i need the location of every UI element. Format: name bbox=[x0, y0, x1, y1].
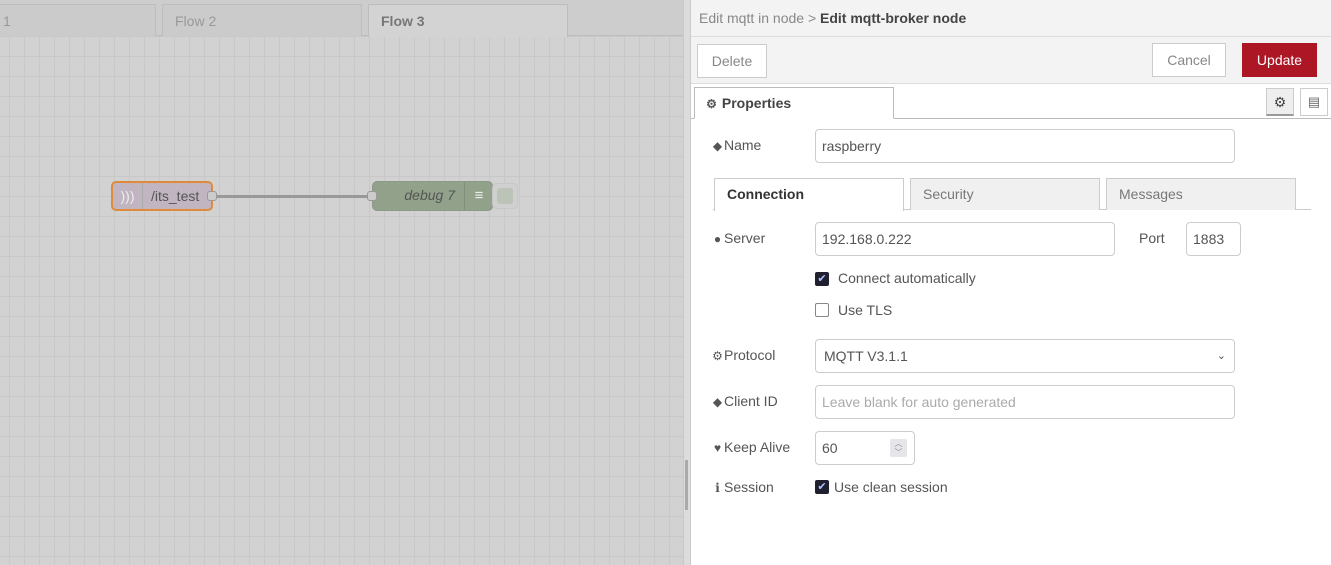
mqtt-in-node[interactable]: ))) /its_test bbox=[111, 181, 217, 211]
subtab-connection[interactable]: Connection bbox=[714, 178, 904, 211]
tag-icon: ◆ bbox=[712, 395, 723, 409]
debug-toggle-button[interactable] bbox=[492, 183, 518, 209]
globe-icon: ● bbox=[713, 232, 722, 246]
subtab-messages[interactable]: Messages bbox=[1106, 178, 1296, 210]
node-label: debug 7 bbox=[404, 187, 455, 203]
clean-session-checkbox[interactable]: ✔ bbox=[815, 480, 829, 494]
tag-icon: ◆ bbox=[712, 139, 723, 153]
session-label: i Session bbox=[711, 479, 774, 495]
use-tls-label: Use TLS bbox=[838, 302, 893, 318]
server-label: ● Server bbox=[711, 230, 765, 246]
server-input[interactable]: 192.168.0.222 bbox=[815, 222, 1115, 256]
tab-label: Properties bbox=[721, 95, 792, 111]
gear-icon: ⚙ bbox=[706, 97, 717, 111]
breadcrumb-separator: > bbox=[807, 10, 817, 26]
chevron-down-icon: ⌄ bbox=[1216, 350, 1226, 362]
clean-session-label: Use clean session bbox=[834, 479, 948, 495]
port-label: Port bbox=[1139, 230, 1165, 246]
tab-label: Flow 2 bbox=[175, 13, 217, 29]
tab-label: 1 bbox=[3, 13, 11, 29]
node-label: /its_test bbox=[151, 188, 200, 204]
heartbeat-icon: ♥ bbox=[713, 441, 722, 455]
dialog-title: Edit mqtt-broker node bbox=[820, 10, 967, 26]
debug-node[interactable]: debug 7 ≡ bbox=[367, 181, 493, 211]
use-tls-checkbox[interactable] bbox=[815, 303, 829, 317]
client-id-label: ◆ Client ID bbox=[712, 393, 778, 409]
resize-handle[interactable] bbox=[685, 460, 688, 510]
dialog-toolbar: Delete Cancel Update bbox=[691, 37, 1331, 84]
gear-icon: ⚙ bbox=[712, 349, 723, 363]
edit-dialog: Edit mqtt in node > Edit mqtt-broker nod… bbox=[691, 0, 1331, 565]
info-icon: i bbox=[715, 481, 720, 495]
cancel-button[interactable]: Cancel bbox=[1152, 43, 1226, 77]
spinner-icon[interactable]: ︿ ﹀ bbox=[890, 439, 907, 457]
workspace-tabs: 1 Flow 2 Flow 3 bbox=[0, 0, 683, 37]
input-port[interactable] bbox=[367, 191, 377, 201]
flow-wire[interactable] bbox=[217, 195, 372, 198]
flow-canvas[interactable] bbox=[0, 0, 683, 565]
port-input[interactable]: 1883 bbox=[1186, 222, 1241, 256]
name-label: ◆ Name bbox=[712, 137, 762, 153]
keep-alive-input[interactable]: 60 ︿ ﹀ bbox=[815, 431, 915, 465]
connect-automatically-label: Connect automatically bbox=[838, 270, 976, 286]
name-input[interactable]: raspberry bbox=[815, 129, 1235, 163]
output-port[interactable] bbox=[207, 191, 217, 201]
protocol-select[interactable]: MQTT V3.1.1 ⌄ bbox=[815, 339, 1235, 373]
tab-flow-3[interactable]: Flow 3 bbox=[368, 4, 568, 37]
tab-flow-1[interactable]: 1 bbox=[0, 4, 156, 36]
settings-gear-icon[interactable]: ⚙ bbox=[1266, 88, 1294, 116]
client-id-input[interactable]: Leave blank for auto generated bbox=[815, 385, 1235, 419]
wifi-icon: ))) bbox=[113, 183, 143, 209]
breadcrumb-parent[interactable]: Edit mqtt in node bbox=[699, 10, 804, 26]
list-icon: ≡ bbox=[464, 182, 493, 210]
connect-automatically-checkbox[interactable]: ✔ bbox=[815, 272, 829, 286]
keep-alive-label: ♥ Keep Alive bbox=[711, 439, 790, 455]
breadcrumb: Edit mqtt in node > Edit mqtt-broker nod… bbox=[691, 0, 1331, 37]
update-button[interactable]: Update bbox=[1242, 43, 1317, 77]
tab-properties[interactable]: ⚙ Properties bbox=[694, 87, 894, 119]
subtab-security[interactable]: Security bbox=[910, 178, 1100, 210]
description-document-icon[interactable]: ▤ bbox=[1300, 88, 1328, 116]
tab-label: Flow 3 bbox=[381, 13, 425, 29]
tab-flow-2[interactable]: Flow 2 bbox=[162, 4, 362, 36]
delete-button[interactable]: Delete bbox=[697, 44, 767, 78]
protocol-label: ⚙Protocol bbox=[712, 347, 776, 363]
